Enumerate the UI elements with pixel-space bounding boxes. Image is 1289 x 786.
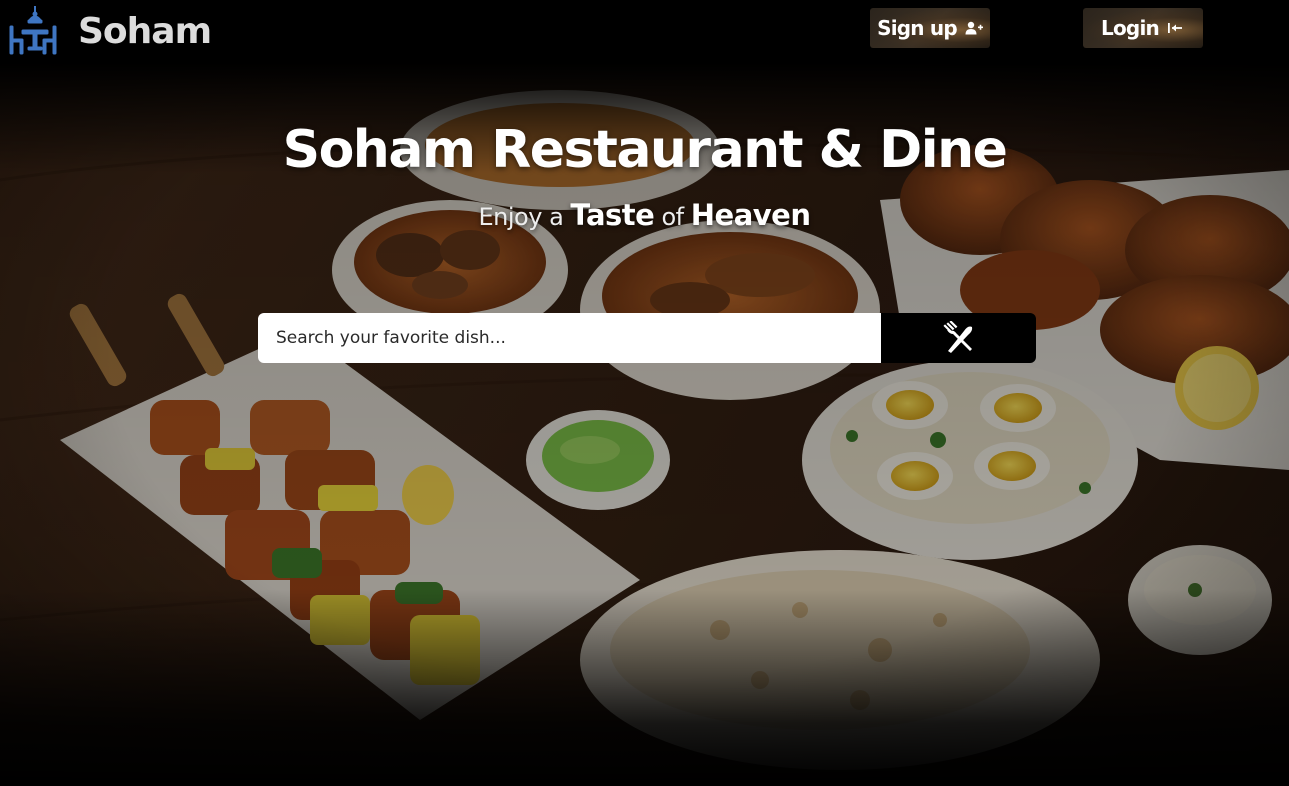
brand-home-link[interactable]: Soham	[8, 4, 212, 60]
dining-table-icon	[9, 6, 57, 55]
landing-page: Soham Sign up Login Soham Restaurant & D…	[0, 0, 1289, 786]
tagline-word: Enjoy a	[478, 203, 564, 231]
signup-button[interactable]: Sign up	[870, 8, 990, 48]
login-arrow-icon	[1167, 23, 1182, 33]
hero-background-image	[0, 0, 1289, 786]
tagline-word: of	[661, 203, 684, 231]
fork-knife-icon	[942, 321, 972, 353]
hero-title: Soham Restaurant & Dine	[282, 120, 1008, 180]
top-navbar: Soham Sign up Login	[0, 0, 1289, 70]
dish-search-form	[258, 313, 1036, 363]
login-button[interactable]: Login	[1083, 8, 1203, 48]
tagline-emphasis-word: Heaven	[690, 198, 811, 232]
login-label: Login	[1101, 16, 1160, 40]
search-button[interactable]	[881, 313, 1036, 363]
search-input[interactable]	[258, 313, 881, 363]
tagline-emphasis-word: Taste	[570, 198, 655, 232]
hero-tagline: Enjoy a Taste of Heaven	[0, 198, 1289, 232]
user-plus-icon	[965, 21, 983, 35]
signup-label: Sign up	[877, 16, 958, 40]
brand-name: Soham	[78, 11, 212, 52]
